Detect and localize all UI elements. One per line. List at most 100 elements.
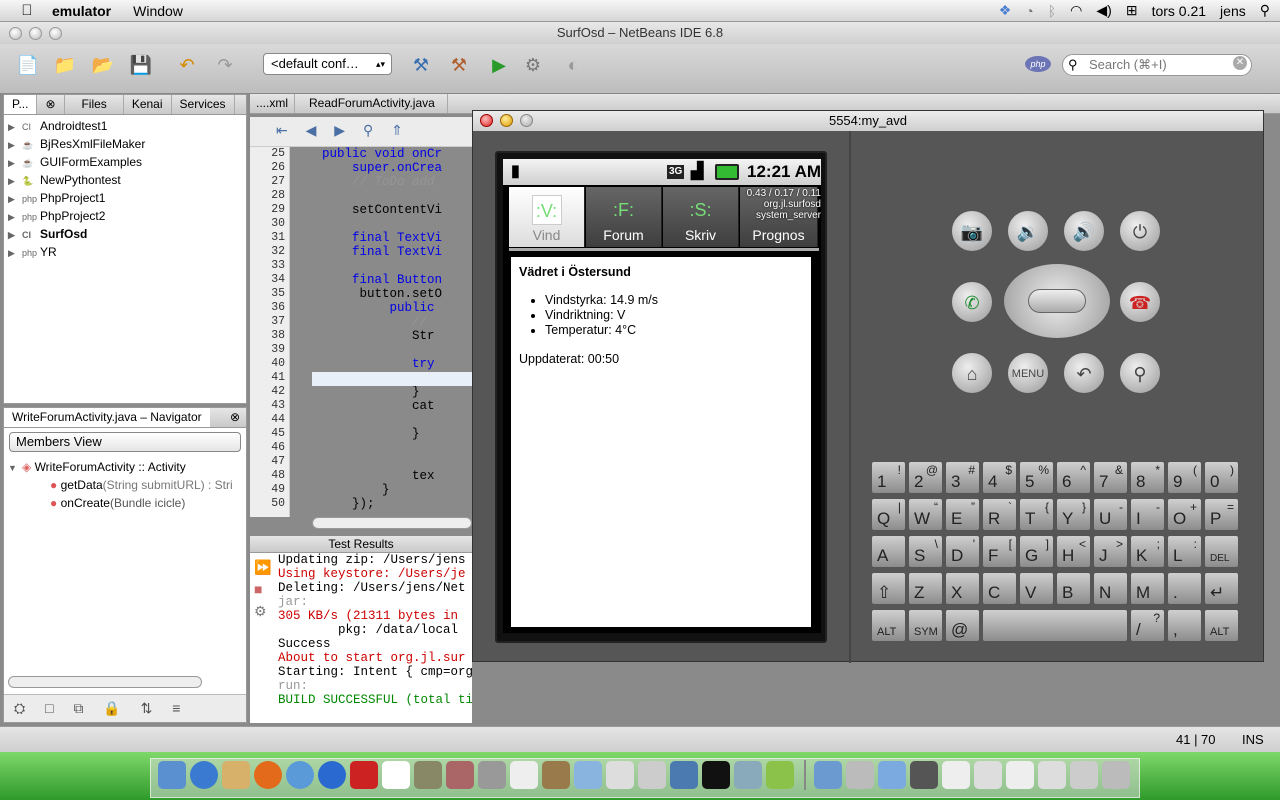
volume-up-button[interactable]: 🔊 (1063, 210, 1105, 252)
clear-search-icon[interactable]: ✕ (1233, 56, 1247, 70)
filter-static-icon[interactable]: □ (45, 700, 53, 716)
virtualbox-icon[interactable] (574, 761, 602, 789)
tab-projects[interactable]: P... (4, 95, 38, 114)
keyboard-key[interactable]: 7 & (1093, 461, 1128, 494)
find-icon[interactable]: ⚲ (363, 122, 373, 138)
code-line[interactable]: final Button (292, 273, 472, 287)
emulator-minimize-button[interactable] (500, 114, 513, 127)
stop-icon[interactable]: ■ (254, 578, 272, 600)
prev-occurrence-icon[interactable]: ⇑ (391, 122, 403, 138)
redo-icon[interactable]: ↷ (212, 52, 238, 78)
new-file-icon[interactable]: 📄 (15, 52, 41, 78)
code-line[interactable]: } (292, 385, 472, 399)
code-line[interactable] (292, 189, 472, 203)
keyboard-key[interactable]: L: (1167, 535, 1202, 568)
search-button[interactable]: ⚲ (1119, 352, 1161, 394)
code-line[interactable]: setContentVi (292, 203, 472, 217)
keyboard-key[interactable]: D ' (945, 535, 980, 568)
applications-folder-icon[interactable] (814, 761, 842, 789)
space-key[interactable] (982, 609, 1128, 642)
garageband-icon[interactable] (446, 761, 474, 789)
keyboard-key[interactable]: @ (945, 609, 980, 642)
filter-private-icon[interactable]: 🔒 (103, 700, 120, 716)
tree-item[interactable]: ▶ php PhpProject1 (8, 189, 242, 207)
tab-close-icon[interactable]: ⊗ (37, 95, 66, 114)
code-line[interactable]: public (292, 301, 472, 315)
expand-arrow-icon[interactable]: ▶ (8, 136, 22, 154)
config-select[interactable]: <default conf… ▴▾ (263, 53, 392, 75)
call-button[interactable]: ✆ (951, 281, 993, 323)
apple-icon[interactable]:  (18, 2, 36, 19)
keyboard-key[interactable]: A (871, 535, 906, 568)
preview-icon[interactable] (478, 761, 506, 789)
minimize-window-button[interactable] (29, 27, 42, 40)
spotlight-icon[interactable]: ⚲ (1260, 2, 1270, 19)
back-button[interactable]: ↶ (1063, 352, 1105, 394)
code-line[interactable]: tex (292, 469, 472, 483)
firefox-icon[interactable] (254, 761, 282, 789)
save-all-icon[interactable]: 💾 (128, 52, 154, 78)
keyboard-key[interactable]: ⇧ (871, 572, 906, 605)
window-thumb-icon[interactable] (974, 761, 1002, 789)
keyboard-key[interactable]: T{ (1019, 498, 1054, 531)
trash-icon[interactable] (1102, 761, 1130, 789)
code-line[interactable]: Str (292, 329, 472, 343)
expand-arrow-icon[interactable]: ▶ (8, 172, 22, 190)
app-store-icon[interactable] (190, 761, 218, 789)
last-edit-icon[interactable]: ⇤ (276, 122, 288, 138)
keyboard-key[interactable]: F[ (982, 535, 1017, 568)
power-button[interactable]: ⏻ (1119, 210, 1161, 252)
camera-button[interactable]: 📷 (951, 210, 993, 252)
editor-hscrollbar[interactable] (312, 517, 472, 529)
keyboard-key[interactable]: M (1130, 572, 1165, 605)
back-icon[interactable]: ◀ (306, 122, 317, 138)
document-icon[interactable] (638, 761, 666, 789)
keyboard-key[interactable]: 8 * (1130, 461, 1165, 494)
menubar-clock[interactable]: tors 0.21 (1152, 3, 1206, 19)
code-line[interactable]: } (292, 427, 472, 441)
code-line[interactable]: try (292, 357, 472, 371)
tree-item[interactable]: ▶ ☕ BjResXmlFileMaker (8, 135, 242, 153)
tree-item[interactable]: ▶ ☕ GUIFormExamples (8, 153, 242, 171)
keyboard-layout-icon[interactable]: ⊞ (1126, 2, 1138, 19)
editor-tab[interactable]: ReadForumActivity.java (295, 94, 448, 113)
output-title[interactable]: Test Results (328, 537, 393, 551)
code-line[interactable] (292, 413, 472, 427)
volume-icon[interactable]: ◀) (1096, 2, 1111, 19)
image-capture-icon[interactable] (734, 761, 762, 789)
expand-arrow-icon[interactable]: ▶ (8, 226, 22, 244)
menubar-user[interactable]: jens (1220, 3, 1246, 19)
keyboard-key[interactable]: P = (1204, 498, 1239, 531)
tab-kenai[interactable]: Kenai (124, 95, 172, 114)
photo-booth-icon[interactable] (350, 761, 378, 789)
debug-icon[interactable]: ⚙ (520, 52, 546, 78)
navigator-method[interactable]: ● getData(String submitURL) : Stri (8, 476, 242, 494)
android-icon[interactable] (766, 761, 794, 789)
collapse-arrow-icon[interactable]: ▼ (8, 459, 22, 477)
expand-arrow-icon[interactable]: ▶ (8, 208, 22, 226)
keyboard-key[interactable]: H < (1056, 535, 1091, 568)
keyboard-key[interactable]: 6 ^ (1056, 461, 1091, 494)
textedit-icon[interactable] (606, 761, 634, 789)
volume-down-button[interactable]: 🔉 (1007, 210, 1049, 252)
keyboard-key[interactable]: U- (1093, 498, 1128, 531)
filter-inherited-icon[interactable]: ⧉ (73, 700, 83, 716)
profile-icon[interactable]: ◐ (560, 52, 586, 78)
tab-skriv[interactable]: :S: Skriv (663, 187, 739, 247)
keyboard-key[interactable]: /? (1130, 609, 1165, 642)
keyboard-key[interactable]: N (1093, 572, 1128, 605)
ichat-icon[interactable] (286, 761, 314, 789)
php-icon[interactable]: php (1025, 56, 1051, 72)
expand-arrow-icon[interactable]: ▶ (8, 154, 22, 172)
navigator-root[interactable]: ▼ ◈ WriteForumActivity :: Activity (8, 458, 242, 476)
code-line[interactable] (292, 259, 472, 273)
settings-icon[interactable]: ⚙ (254, 600, 272, 622)
editor-tab[interactable]: ....xml (250, 94, 295, 113)
sort-source-icon[interactable]: ≡ (172, 700, 180, 716)
sort-name-icon[interactable]: ⇅ (141, 700, 153, 716)
tab-services[interactable]: Services (172, 95, 235, 114)
keyboard-key[interactable]: . (1167, 572, 1202, 605)
bluetooth-icon[interactable]: ᛒ (1048, 3, 1056, 19)
itunes-icon[interactable] (318, 761, 346, 789)
keyboard-key[interactable]: V (1019, 572, 1054, 605)
